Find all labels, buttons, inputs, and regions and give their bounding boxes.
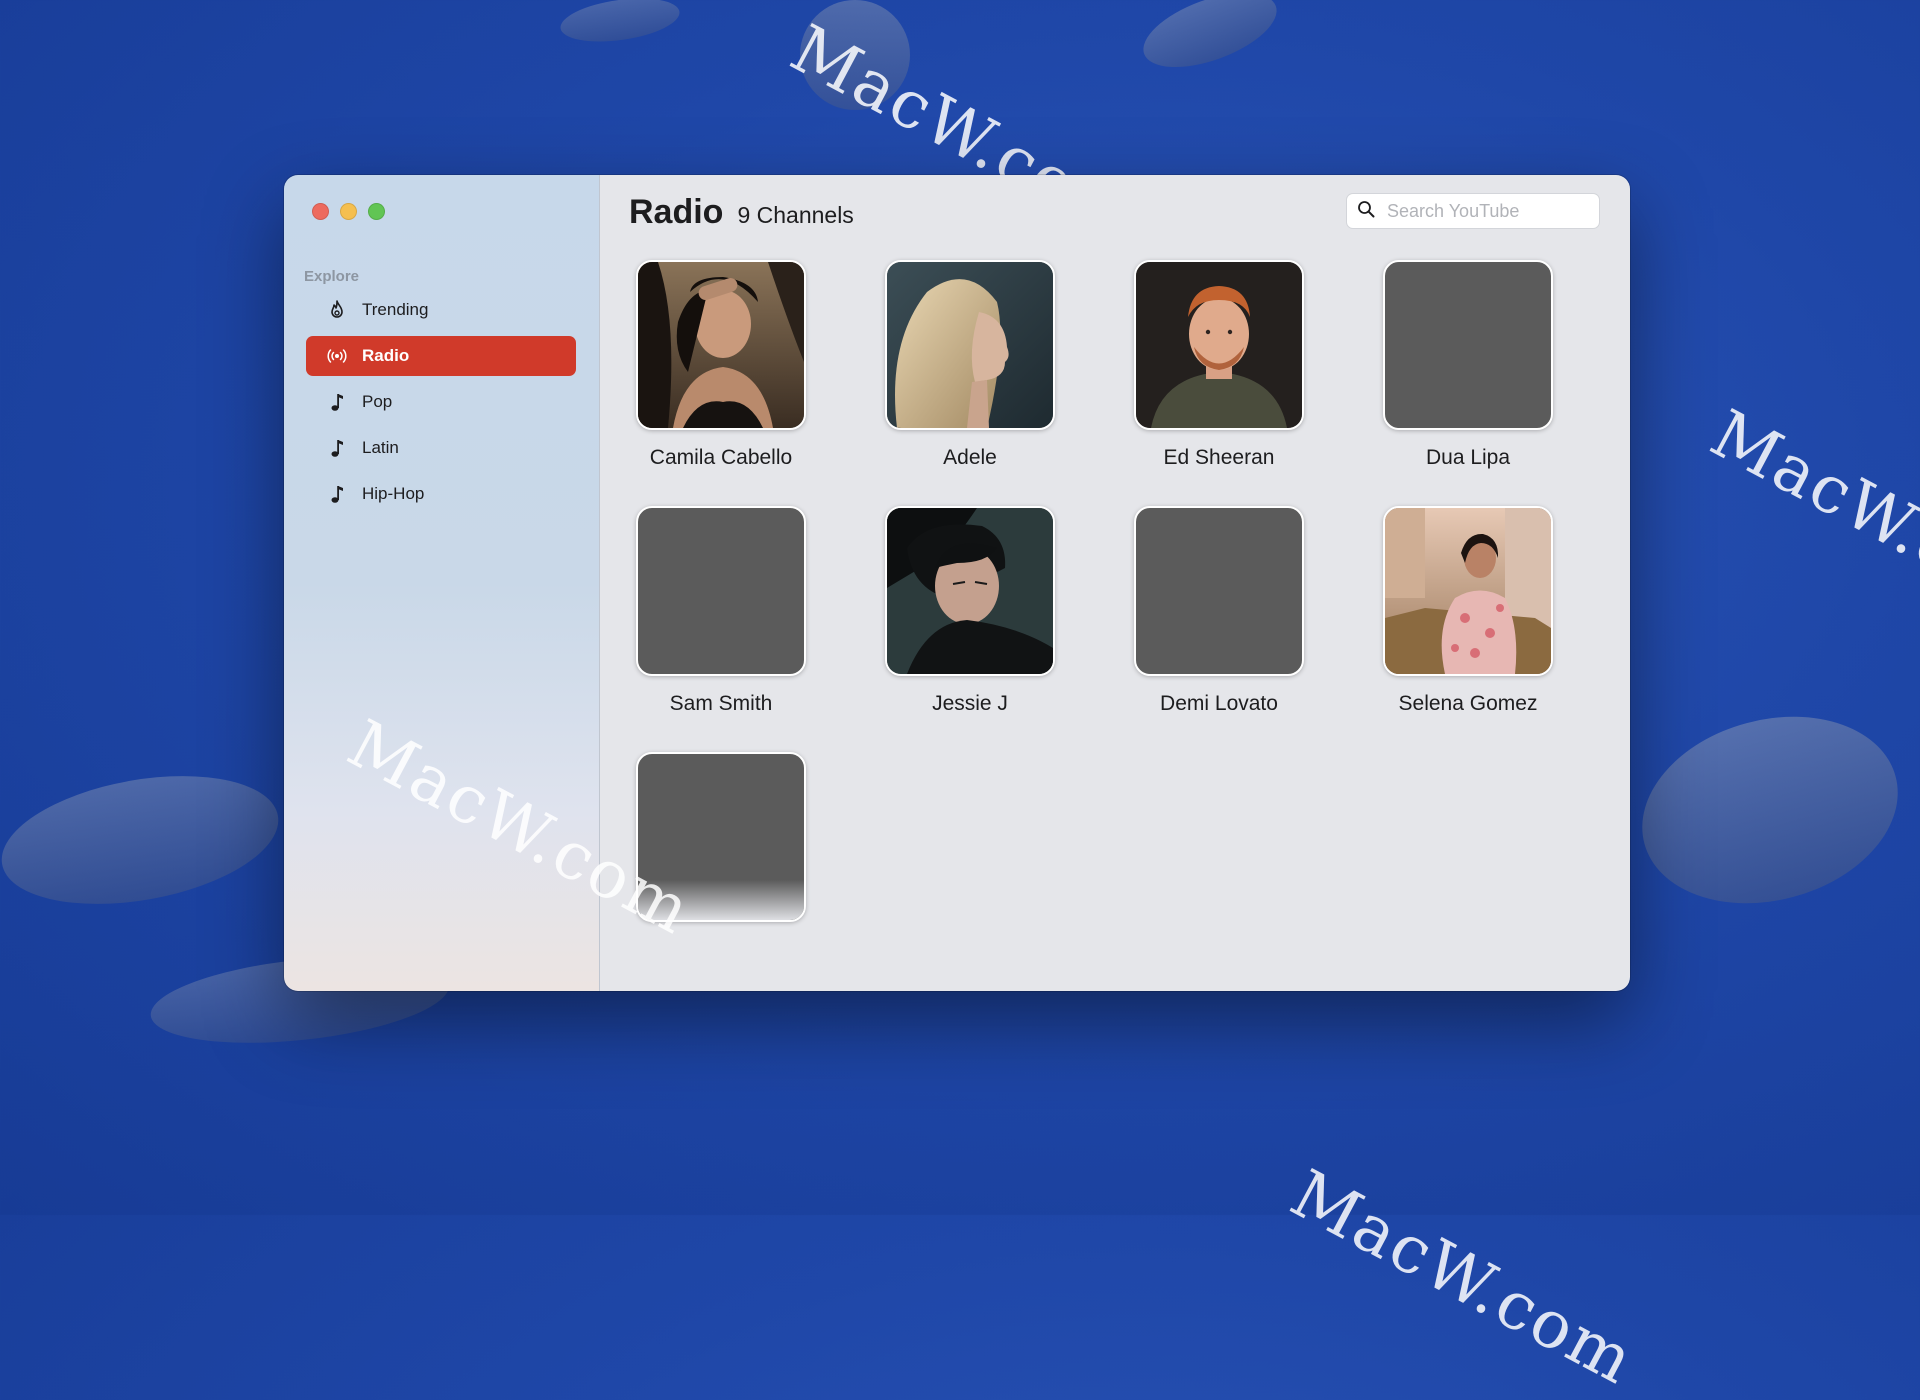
sidebar-item-label: Trending xyxy=(362,300,429,319)
watermark: MacW.com xyxy=(1698,395,1920,640)
desktop-wallpaper-shape xyxy=(1621,689,1919,931)
channel-name: Selena Gomez xyxy=(1398,692,1538,715)
traffic-lights xyxy=(312,203,385,220)
artist-photo-placeholder[interactable] xyxy=(1383,260,1553,430)
search-icon xyxy=(1357,200,1375,223)
watermark: MacW.com xyxy=(1278,1155,1648,1400)
sidebar-item-trending[interactable]: Trending xyxy=(306,290,576,330)
channel-card[interactable]: Dua Lipa xyxy=(1383,260,1553,472)
sidebar-item-pop[interactable]: Pop xyxy=(306,382,576,422)
sidebar-item-radio[interactable]: Radio xyxy=(306,336,576,376)
artist-photo[interactable] xyxy=(636,260,806,430)
artist-photo[interactable] xyxy=(885,506,1055,676)
artist-photo-placeholder[interactable] xyxy=(636,752,806,922)
minimize-button[interactable] xyxy=(340,203,357,220)
channel-name: Demi Lovato xyxy=(1160,692,1278,715)
music-note-icon xyxy=(326,483,348,505)
channel-card[interactable]: Selena Gomez xyxy=(1383,506,1553,718)
sidebar: Explore Trending Radio Pop Latin Hip-Hop xyxy=(284,175,600,991)
zoom-button[interactable] xyxy=(368,203,385,220)
artist-photo-placeholder[interactable] xyxy=(636,506,806,676)
desktop-wallpaper-shape xyxy=(1133,0,1287,83)
sidebar-item-hip-hop[interactable]: Hip-Hop xyxy=(306,474,576,514)
app-window: Explore Trending Radio Pop Latin Hip-Hop… xyxy=(284,175,1630,991)
close-button[interactable] xyxy=(312,203,329,220)
section-title-explore: Explore xyxy=(304,268,360,285)
sidebar-item-label: Hip-Hop xyxy=(362,484,425,503)
sidebar-item-label: Pop xyxy=(362,392,393,411)
channel-name: Camila Cabello xyxy=(649,446,793,469)
desktop-wallpaper-shape xyxy=(800,0,910,110)
artist-photo-placeholder[interactable] xyxy=(1134,506,1304,676)
channel-name: Ed Sheeran xyxy=(1163,446,1275,469)
radio-broadcast-icon xyxy=(326,345,348,367)
channel-card[interactable]: Demi Lovato xyxy=(1134,506,1304,718)
channel-card[interactable]: Sam Smith xyxy=(636,506,806,718)
channel-card[interactable] xyxy=(636,752,806,964)
desktop-wallpaper-shape xyxy=(0,756,289,924)
header: Radio 9 Channels xyxy=(629,193,854,232)
channel-name: Adele xyxy=(943,446,997,469)
channel-name: Jessie J xyxy=(932,692,1008,715)
sidebar-item-latin[interactable]: Latin xyxy=(306,428,576,468)
search-field[interactable] xyxy=(1346,193,1600,229)
search-input[interactable] xyxy=(1385,199,1589,223)
channel-card[interactable]: Jessie J xyxy=(885,506,1055,718)
channel-name: Dua Lipa xyxy=(1425,446,1511,469)
flame-icon xyxy=(326,299,348,321)
channel-grid: Camila Cabello Adele Ed Sheeran Dua Lipa… xyxy=(636,260,1553,964)
channel-name: Sam Smith xyxy=(669,692,773,715)
artist-photo[interactable] xyxy=(1383,506,1553,676)
sidebar-item-label: Radio xyxy=(362,346,410,365)
music-note-icon xyxy=(326,437,348,459)
artist-photo[interactable] xyxy=(885,260,1055,430)
channel-card[interactable]: Adele xyxy=(885,260,1055,472)
channel-card[interactable]: Camila Cabello xyxy=(636,260,806,472)
artist-photo[interactable] xyxy=(1134,260,1304,430)
sidebar-item-label: Latin xyxy=(362,438,399,457)
main-content: Radio 9 Channels Search YouTube Camila C… xyxy=(600,175,1630,991)
channel-card[interactable]: Ed Sheeran xyxy=(1134,260,1304,472)
desktop-wallpaper-shape xyxy=(557,0,683,49)
page-title: Radio xyxy=(629,193,724,231)
channel-count: 9 Channels xyxy=(737,202,854,228)
music-note-icon xyxy=(326,391,348,413)
sidebar-nav: Trending Radio Pop Latin Hip-Hop xyxy=(306,290,576,520)
